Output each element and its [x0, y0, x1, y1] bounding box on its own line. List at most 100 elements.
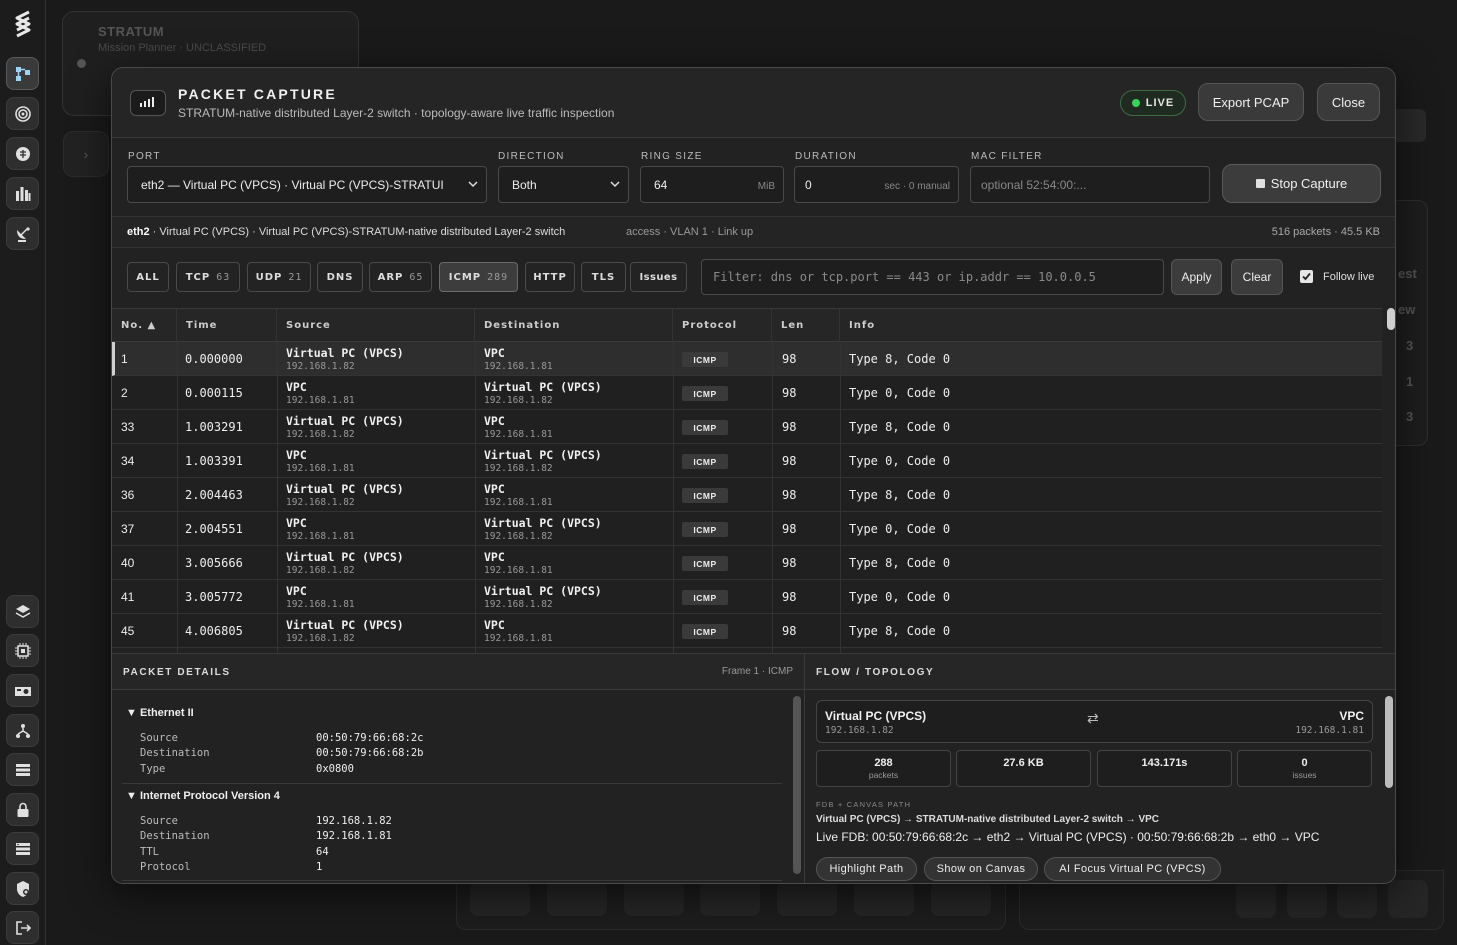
display-filter-input[interactable]: [701, 259, 1164, 295]
destination-name: VPC: [484, 346, 505, 360]
destination-ip: 192.168.1.82: [484, 395, 553, 406]
table-row[interactable]: 36 2.004463 Virtual PC (VPCS) 192.168.1.82 V…: [112, 478, 1382, 512]
filter-chip-tls[interactable]: TLS: [581, 262, 626, 292]
details-header: PACKET DETAILS Frame 1 · ICMP: [112, 654, 804, 690]
close-button[interactable]: Close: [1317, 83, 1380, 121]
col-info[interactable]: Info: [840, 309, 1382, 342]
stop-capture-button[interactable]: Stop Capture: [1222, 164, 1381, 203]
cpu-icon[interactable]: [6, 634, 39, 667]
duration-label: DURATION: [795, 151, 857, 162]
cell-len: 98: [782, 420, 797, 434]
cell-no: 37: [121, 522, 135, 536]
filter-chip-icmp[interactable]: ICMP 289: [439, 262, 518, 292]
export-pcap-button[interactable]: Export PCAP: [1198, 83, 1304, 121]
left-rail: [0, 0, 46, 945]
protocol-badge: ICMP: [682, 420, 728, 435]
gpu-card-icon[interactable]: [6, 674, 39, 707]
flow-source-name: Virtual PC (VPCS): [825, 709, 927, 723]
chip-count: 21: [288, 271, 303, 283]
source-ip: 192.168.1.81: [286, 531, 355, 542]
destination-ip: 192.168.1.82: [484, 463, 553, 474]
table-row[interactable]: 40 3.005666 Virtual PC (VPCS) 192.168.1.82 V…: [112, 546, 1382, 580]
cell-no: 1: [121, 352, 128, 366]
filter-chip-arp[interactable]: ARP 65: [369, 262, 432, 292]
expand-panel-button[interactable]: ›: [63, 131, 109, 177]
live-label: LIVE: [1145, 97, 1175, 109]
port-select[interactable]: eth2 — Virtual PC (VPCS) · Virtual PC (V…: [127, 166, 487, 203]
ethernet-group-toggle[interactable]: ▼ Ethernet II: [126, 707, 194, 719]
shield-gear-icon[interactable]: [6, 872, 39, 905]
port-meta: access · VLAN 1 · Link up: [626, 226, 754, 238]
destination-ip: 192.168.1.81: [484, 497, 553, 508]
direction-value: Both: [512, 177, 537, 192]
cell-time: 1.003291: [185, 420, 243, 434]
filter-chip-http[interactable]: HTTP: [525, 262, 575, 292]
radar-icon[interactable]: [6, 97, 39, 130]
filter-chip-all[interactable]: ALL: [127, 262, 169, 292]
checkbox-checked-icon[interactable]: [1300, 270, 1313, 283]
flow-topology-panel: FLOW / TOPOLOGY Virtual PC (VPCS) 192.16…: [804, 653, 1395, 883]
chip-count: 65: [409, 271, 424, 283]
col-divider: [673, 342, 674, 653]
filter-chip-tcp[interactable]: TCP 63: [176, 262, 240, 292]
detail-key: Source: [140, 815, 178, 827]
bg-toolbar-button: [854, 880, 914, 916]
lock-icon[interactable]: [6, 793, 39, 826]
protocol-badge: ICMP: [682, 352, 728, 367]
modal-header: PACKET CAPTURE STRATUM-native distribute…: [112, 68, 1395, 138]
col-time[interactable]: Time: [177, 309, 277, 342]
table-row[interactable]: 37 2.004551 VPC 192.168.1.81 Virtual PC (VPC…: [112, 512, 1382, 546]
table-row[interactable]: 41 3.005772 VPC 192.168.1.81 Virtual PC (VPC…: [112, 580, 1382, 614]
apply-filter-button[interactable]: Apply: [1171, 259, 1222, 295]
source-ip: 192.168.1.81: [286, 395, 355, 406]
logout-icon[interactable]: [6, 911, 39, 944]
network-fork-icon[interactable]: [6, 714, 39, 747]
ai-focus-button[interactable]: AI Focus Virtual PC (VPCS): [1044, 857, 1221, 881]
table-row[interactable]: 33 1.003291 Virtual PC (VPCS) 192.168.1.82 V…: [112, 410, 1382, 444]
col-destination[interactable]: Destination: [475, 309, 673, 342]
filter-chip-issues[interactable]: Issues: [630, 262, 687, 292]
ipv4-group-toggle[interactable]: ▼ Internet Protocol Version 4: [126, 790, 280, 802]
table-row[interactable]: 2 0.000115 VPC 192.168.1.81 Virtual PC (VPCS…: [112, 376, 1382, 410]
cell-len: 98: [782, 386, 797, 400]
flow-scrollbar[interactable]: [1385, 696, 1393, 788]
cell-no: 2: [121, 386, 128, 400]
satellite-dish-icon[interactable]: [6, 217, 39, 250]
table-scrollbar[interactable]: [1387, 308, 1395, 330]
stat-duration: 143.171s: [1097, 750, 1232, 787]
col-len[interactable]: Len: [772, 309, 840, 342]
table-row[interactable]: 34 1.003391 VPC 192.168.1.81 Virtual PC (VPC…: [112, 444, 1382, 478]
follow-live-toggle[interactable]: Follow live: [1300, 270, 1374, 283]
show-on-canvas-button[interactable]: Show on Canvas: [924, 857, 1038, 881]
server-list-icon[interactable]: [6, 753, 39, 786]
cell-time: 3.005666: [185, 556, 243, 570]
stratum-logo-icon[interactable]: [9, 8, 37, 40]
col-divider: [840, 342, 841, 653]
col-protocol[interactable]: Protocol: [673, 309, 772, 342]
col-no[interactable]: No. ▲: [112, 309, 177, 342]
protocol-badge: ICMP: [682, 590, 728, 605]
clear-filter-button[interactable]: Clear: [1231, 259, 1283, 295]
direction-select[interactable]: Both: [498, 166, 629, 203]
table-row[interactable]: 1 0.000000 Virtual PC (VPCS) 192.168.1.82 VP…: [112, 342, 1382, 376]
layers-icon[interactable]: [6, 595, 39, 628]
source-name: VPC: [286, 380, 307, 394]
filter-chip-udp[interactable]: UDP 21: [247, 262, 311, 292]
duration-input[interactable]: 0 sec · 0 manual: [794, 166, 959, 203]
table-row[interactable]: 45 4.006805 Virtual PC (VPCS) 192.168.1.82 V…: [112, 614, 1382, 648]
filter-chip-dns[interactable]: DNS: [317, 262, 363, 292]
bg-toolbar-button: [547, 880, 607, 916]
details-title: PACKET DETAILS: [123, 667, 231, 678]
city-icon[interactable]: [6, 177, 39, 210]
ring-size-input[interactable]: 64 MiB: [640, 166, 784, 203]
brain-icon[interactable]: [6, 137, 39, 170]
details-scrollbar[interactable]: [793, 696, 801, 874]
col-source[interactable]: Source: [277, 309, 475, 342]
highlight-path-button[interactable]: Highlight Path: [816, 857, 917, 881]
detail-key: Destination: [140, 747, 210, 759]
storage-icon[interactable]: [6, 832, 39, 865]
source-ip: 192.168.1.82: [286, 497, 355, 508]
mac-filter-input[interactable]: optional 52:54:00:...: [970, 166, 1210, 203]
topology-icon[interactable]: [6, 57, 39, 90]
stop-capture-label: Stop Capture: [1270, 176, 1348, 191]
